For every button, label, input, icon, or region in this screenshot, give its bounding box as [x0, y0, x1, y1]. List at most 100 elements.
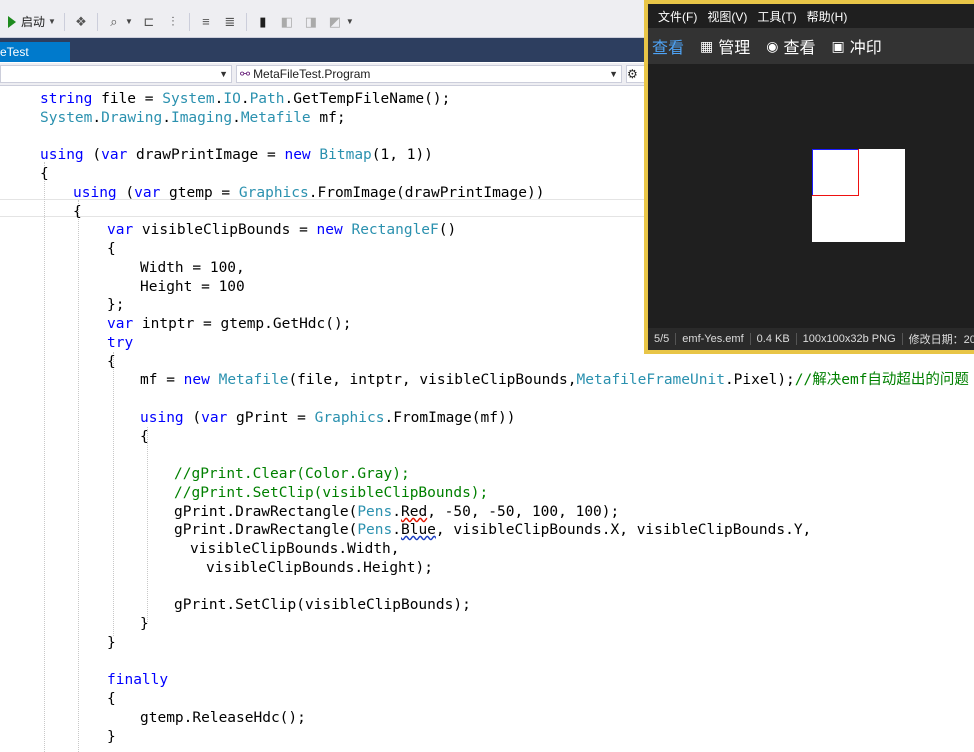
view-active-label: 查看	[652, 40, 685, 57]
code-token: .	[392, 522, 401, 538]
code-token: IO	[223, 91, 241, 107]
code-line: }	[107, 728, 116, 746]
layout-button[interactable]: ⊏	[141, 11, 157, 33]
toolbar-separator	[188, 12, 190, 31]
code-line: gPrint.DrawRectangle(Pens.Red, -50, -50,…	[174, 503, 619, 521]
code-line: var intptr = gtemp.GetHdc();	[107, 315, 351, 333]
code-token: System	[40, 110, 93, 126]
comment-button[interactable]: ≡	[198, 11, 214, 33]
find-in-files-button[interactable]: ❖	[73, 11, 89, 33]
tree-icon: ⊏	[143, 13, 155, 29]
chevron-down-icon[interactable]: ▼	[125, 17, 133, 26]
next-bookmark-button[interactable]: ◨	[303, 11, 319, 33]
tab-view-active[interactable]: 查看	[652, 34, 684, 58]
viewer-menu-tools[interactable]: 工具(T)	[757, 8, 796, 25]
indent-guide	[147, 427, 148, 622]
code-token: (	[83, 147, 102, 163]
print-label: 冲印	[849, 40, 882, 57]
code-token: .Pixel);	[724, 372, 795, 388]
prev-bookmark-icon: ◧	[280, 13, 293, 29]
code-line: visibleClipBounds.Height);	[206, 559, 433, 577]
view-button[interactable]: ◉ 查看	[766, 34, 815, 58]
viewer-menu-view[interactable]: 视图(V)	[707, 8, 747, 25]
code-token: }	[107, 729, 116, 745]
code-line: mf = new Metafile(file, intptr, visibleC…	[140, 371, 969, 389]
code-line: }	[107, 634, 116, 652]
viewer-toolbar: 查看 ▦ 管理 ◉ 查看 ▣ 冲印	[648, 28, 974, 64]
search-button[interactable]: ⌕ ▼	[106, 11, 133, 33]
prev-bookmark-button[interactable]: ◧	[279, 11, 295, 33]
code-token: .	[92, 110, 102, 126]
indent-guide	[44, 162, 45, 752]
code-line: Width = 100,	[140, 259, 245, 277]
code-token: .	[162, 110, 171, 126]
code-token: gPrint.SetClip(visibleClipBounds);	[174, 597, 471, 613]
chevron-down-icon[interactable]: ▼	[48, 17, 56, 26]
manage-label: 管理	[718, 40, 751, 57]
code-token: {	[107, 241, 116, 257]
code-token: .FromImage(mf))	[384, 410, 516, 426]
search-icon: ⌕	[110, 13, 118, 29]
print-button[interactable]: ▣ 冲印	[832, 34, 882, 58]
code-token: using	[40, 147, 84, 163]
status-filename: emf-Yes.emf	[676, 333, 751, 345]
code-token: .GetTempFileName();	[284, 91, 451, 107]
view-label: 查看	[783, 40, 816, 57]
code-line: }	[140, 615, 149, 633]
status-size: 0.4 KB	[751, 333, 797, 345]
tab-metafiletest[interactable]: eTest	[0, 42, 70, 62]
start-button[interactable]: 启动 ▼	[8, 11, 56, 33]
code-token: mf;	[310, 110, 346, 126]
uncomment-button[interactable]: ≣	[222, 11, 238, 33]
image-canvas[interactable]	[648, 64, 974, 329]
photo-icon: ▣	[831, 37, 845, 54]
member-icon: ⚙	[627, 67, 638, 81]
code-token: var	[101, 147, 128, 163]
code-line: gPrint.SetClip(visibleClipBounds);	[174, 596, 471, 614]
toolbar-separator	[245, 12, 247, 31]
viewer-body: 文件(F) 视图(V) 工具(T) 帮助(H) 查看 ▦ 管理 ◉ 查看 ▣ 冲…	[648, 4, 974, 350]
code-line: {	[140, 428, 149, 446]
code-token: try	[107, 335, 134, 351]
code-token: , visibleClipBounds.X, visibleClipBounds…	[435, 522, 812, 538]
code-token: {	[40, 166, 49, 182]
code-token: //gPrint.SetClip(visibleClipBounds);	[174, 485, 489, 501]
code-line: {	[107, 240, 116, 258]
viewer-menu-file[interactable]: 文件(F)	[658, 8, 697, 25]
code-token: Metafile	[240, 110, 311, 126]
code-token: {	[140, 429, 149, 445]
class-combo[interactable]: ⚯ MetaFileTest.Program ▼	[236, 65, 622, 83]
chevron-down-icon: ▼	[219, 69, 228, 79]
manage-button[interactable]: ▦ 管理	[700, 34, 750, 58]
code-line: using (var gtemp = Graphics.FromImage(dr…	[73, 184, 544, 202]
clear-bookmarks-button[interactable]: ◩ ▼	[327, 11, 354, 33]
bookmark-button[interactable]: ▮	[255, 11, 271, 33]
code-token: Blue	[400, 522, 436, 538]
code-token: var	[134, 185, 161, 201]
code-token: new	[284, 147, 311, 163]
status-index: 5/5	[648, 333, 677, 345]
red-rectangle	[812, 149, 859, 196]
comment-icon: ≡	[202, 14, 210, 29]
format-button[interactable]: ⫶	[165, 11, 181, 33]
code-token: intptr = gtemp.GetHdc();	[133, 316, 352, 332]
code-line: {	[40, 165, 49, 183]
viewer-status-bar: 5/5 emf-Yes.emf 0.4 KB 100x100x32b PNG 修…	[648, 328, 974, 350]
code-token: visibleClipBounds.Width,	[190, 541, 400, 557]
code-token: //gPrint.Clear(Color.Gray);	[174, 466, 410, 482]
code-line: gtemp.ReleaseHdc();	[140, 709, 306, 727]
viewer-menu-help[interactable]: 帮助(H)	[807, 8, 848, 25]
code-line: Height = 100	[140, 278, 245, 296]
code-token: (	[116, 185, 135, 201]
code-token: new	[183, 372, 210, 388]
code-token: gtemp.ReleaseHdc();	[140, 710, 306, 726]
code-line: using (var drawPrintImage = new Bitmap(1…	[40, 146, 433, 164]
status-modified: 修改日期：201	[908, 334, 974, 346]
code-line: };	[107, 296, 124, 314]
code-token: .	[240, 91, 250, 107]
code-token: using	[73, 185, 117, 201]
chevron-down-icon[interactable]: ▼	[346, 17, 354, 26]
code-token: visibleClipBounds.Height);	[206, 560, 433, 576]
project-combo[interactable]: ▼	[0, 65, 232, 83]
code-token: {	[107, 354, 116, 370]
